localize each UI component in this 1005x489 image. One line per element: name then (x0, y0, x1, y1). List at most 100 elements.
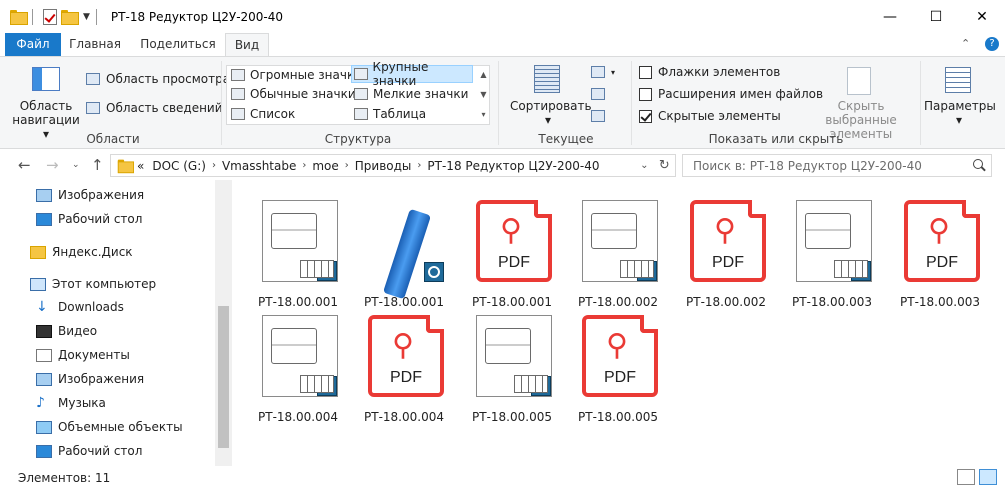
breadcrumb-chevron-icon[interactable]: › (417, 160, 421, 171)
breadcrumb-chevron-icon[interactable]: › (302, 160, 306, 171)
sort-button[interactable]: Сортировать ▾ (510, 99, 592, 127)
navigation-pane-button[interactable]: Область навигации ▾ (10, 99, 82, 141)
back-arrow-icon[interactable]: ← (18, 156, 31, 174)
tab-home[interactable]: Главная (62, 33, 128, 56)
new-folder-icon[interactable] (61, 10, 79, 25)
tab-view[interactable]: Вид (225, 33, 269, 57)
nav-item-videos[interactable]: Видео (0, 319, 215, 343)
refresh-icon[interactable]: ↻ (659, 158, 670, 173)
chevron-down-icon[interactable]: ⌄ (640, 160, 648, 171)
breadcrumb-chevron-icon[interactable]: › (345, 160, 349, 171)
nav-item-downloads[interactable]: ↓ Downloads (0, 295, 215, 319)
breadcrumb-item[interactable]: DOC (G:) (152, 159, 206, 173)
layout-extra-large-icons[interactable]: Огромные значки (229, 66, 362, 84)
address-input[interactable]: « DOC (G:) › Vmasshtabe › moe › Приводы … (110, 154, 676, 177)
model-thumbnail (368, 200, 444, 300)
pictures-icon (36, 188, 52, 202)
nav-item-3d-objects[interactable]: Объемные объекты (0, 415, 215, 439)
nav-item-desktop[interactable]: Рабочий стол (0, 207, 215, 231)
navigation-pane-icon[interactable] (32, 67, 60, 91)
breadcrumb-item[interactable]: Приводы (355, 159, 412, 173)
layout-small-icons[interactable]: Мелкие значки (352, 85, 468, 103)
nav-item-pictures[interactable]: Изображения (0, 183, 215, 207)
file-item-drawing[interactable]: РТ-18.00.003 (780, 185, 884, 309)
preview-pane-button[interactable]: Область просмотра (86, 70, 230, 88)
scrollbar-thumb[interactable] (218, 306, 229, 448)
breadcrumb-chevron-icon[interactable]: › (212, 160, 216, 171)
checkbox-checked[interactable] (639, 109, 652, 123)
options-button[interactable]: Параметры ▾ (924, 99, 996, 127)
file-item-drawing[interactable]: РТ-18.00.004 (246, 300, 350, 424)
file-extensions-label: Расширения имен файлов (658, 87, 824, 101)
chevron-down-icon[interactable]: ▼ (83, 12, 90, 22)
nav-scrollbar[interactable] (215, 180, 232, 466)
view-switcher (953, 469, 997, 485)
help-icon[interactable]: ? (985, 37, 999, 51)
minimize-button[interactable]: — (867, 0, 913, 33)
close-button[interactable]: ✕ (959, 0, 1005, 33)
file-item-drawing[interactable]: РТ-18.00.002 (566, 185, 670, 309)
size-columns-button[interactable] (591, 107, 611, 125)
ribbon-view: Область навигации ▾ Область просмотра Об… (0, 56, 1005, 160)
breadcrumb-item[interactable]: Vmasshtabe (222, 159, 296, 173)
breadcrumb-item[interactable]: moe (312, 159, 338, 173)
group-label-panes: Области (86, 132, 140, 146)
large-icons-icon (354, 68, 368, 80)
chevron-up-icon[interactable]: ⌃ (961, 37, 970, 50)
file-extensions-toggle[interactable]: Расширения имен файлов (639, 85, 823, 103)
layout-list[interactable]: Список (229, 105, 295, 123)
file-item-pdf[interactable]: ⚲ PDF РТ-18.00.005 (566, 300, 670, 424)
file-item-drawing[interactable]: РТ-18.00.005 (460, 300, 564, 424)
file-item-model[interactable]: РТ-18.00.001 (352, 185, 456, 309)
nav-item-desktop-pc[interactable]: Рабочий стол (0, 439, 215, 463)
layout-details[interactable]: Таблица (352, 105, 426, 123)
layout-large-icons[interactable]: Крупные значки (351, 60, 473, 88)
breadcrumb-overflow[interactable]: « (137, 159, 144, 173)
acrobat-icon: ⚲ (714, 213, 736, 248)
layout-item-label: Таблица (373, 107, 427, 121)
details-view-icon[interactable] (957, 469, 975, 485)
file-item-pdf[interactable]: ⚲ PDF РТ-18.00.003 (888, 185, 992, 309)
options-label: Параметры (924, 99, 996, 113)
group-label-show-hide: Показать или скрыть (708, 132, 844, 146)
folder-icon[interactable] (10, 10, 28, 25)
add-columns-button[interactable] (591, 85, 611, 103)
file-item-drawing[interactable]: РТ-18.00.001 (246, 185, 350, 309)
file-item-pdf[interactable]: ⚲ PDF РТ-18.00.002 (674, 185, 778, 309)
sort-icon[interactable] (534, 65, 560, 93)
navigation-pane-label-2: навигации ▾ (12, 113, 80, 141)
nav-item-pictures-pc[interactable]: Изображения (0, 367, 215, 391)
nav-item-yandex-disk[interactable]: Яндекс.Диск (0, 240, 215, 264)
breadcrumb-item[interactable]: РТ-18 Редуктор Ц2У-200-40 (427, 159, 599, 173)
layout-scroll[interactable]: ▲ ▼ ▾ (477, 65, 490, 125)
search-input[interactable]: Поиск в: РТ-18 Редуктор Ц2У-200-40 (682, 154, 992, 177)
recent-locations-chevron-icon[interactable]: ⌄ (72, 160, 80, 170)
group-divider (631, 61, 632, 145)
file-item-pdf[interactable]: ⚲ PDF РТ-18.00.001 (460, 185, 564, 309)
kompas-icon (637, 261, 657, 281)
item-checkboxes-toggle[interactable]: Флажки элементов (639, 63, 780, 81)
large-icons-view-icon[interactable] (979, 469, 997, 485)
pdf-icon: ⚲ PDF (582, 315, 658, 397)
forward-arrow-icon[interactable]: → (46, 156, 59, 174)
tab-share[interactable]: Поделиться (133, 33, 223, 56)
properties-icon[interactable] (43, 8, 57, 25)
options-icon[interactable] (945, 67, 971, 93)
maximize-button[interactable]: ☐ (913, 0, 959, 33)
folder-icon (117, 159, 134, 174)
layout-medium-icons[interactable]: Обычные значки (229, 85, 356, 103)
details-pane-button[interactable]: Область сведений (86, 99, 223, 117)
up-arrow-icon[interactable]: ↑ (91, 156, 104, 174)
group-by-button[interactable]: ▾ (591, 63, 615, 81)
nav-item-documents[interactable]: Документы (0, 343, 215, 367)
file-list: РТ-18.00.001 РТ-18.00.001 ⚲ PDF РТ-18.00.… (232, 180, 1005, 466)
file-item-pdf[interactable]: ⚲ PDF РТ-18.00.004 (352, 300, 456, 424)
nav-item-this-pc[interactable]: Этот компьютер (0, 272, 215, 296)
checkbox[interactable] (639, 65, 652, 79)
nav-item-music[interactable]: ♪ Музыка (0, 391, 215, 415)
pdf-label: PDF (926, 254, 958, 271)
download-arrow-icon: ↓ (36, 298, 48, 315)
hidden-items-toggle[interactable]: Скрытые элементы (639, 107, 781, 125)
checkbox[interactable] (639, 87, 652, 101)
layout-item-label: Обычные значки (250, 87, 356, 101)
